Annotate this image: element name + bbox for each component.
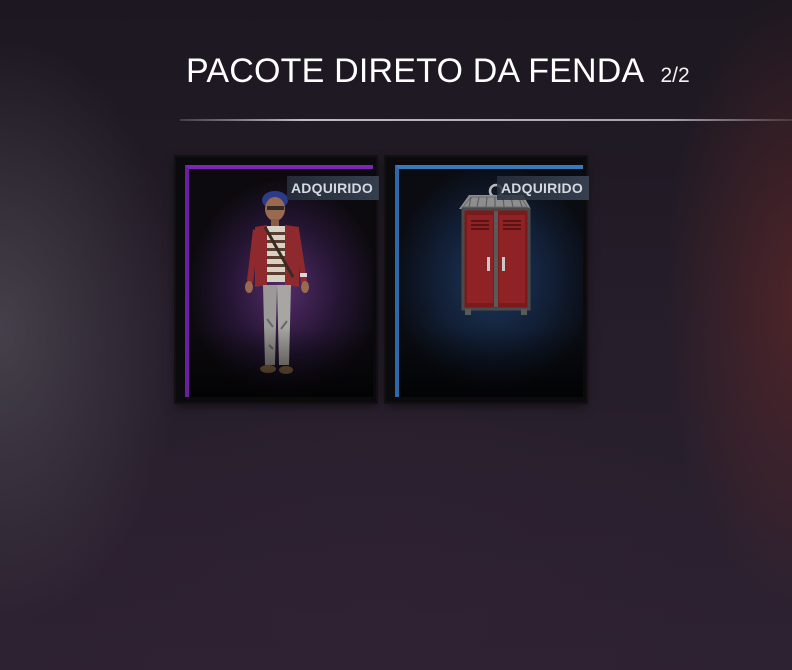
item-card-outfit[interactable]: ADQUIRIDO	[176, 157, 379, 402]
survivor-outfit-icon	[245, 191, 309, 374]
locker-icon	[459, 183, 531, 315]
acquired-badge: ADQUIRIDO	[287, 176, 379, 200]
item-counter: 2/2	[660, 64, 690, 87]
header-divider	[180, 119, 792, 121]
acquired-badge: ADQUIRIDO	[497, 176, 589, 200]
pack-header: PACOTE DIRETO DA FENDA 2/2	[186, 52, 690, 91]
page-title: PACOTE DIRETO DA FENDA	[186, 52, 645, 90]
item-card-locker[interactable]: ADQUIRIDO	[386, 157, 589, 402]
